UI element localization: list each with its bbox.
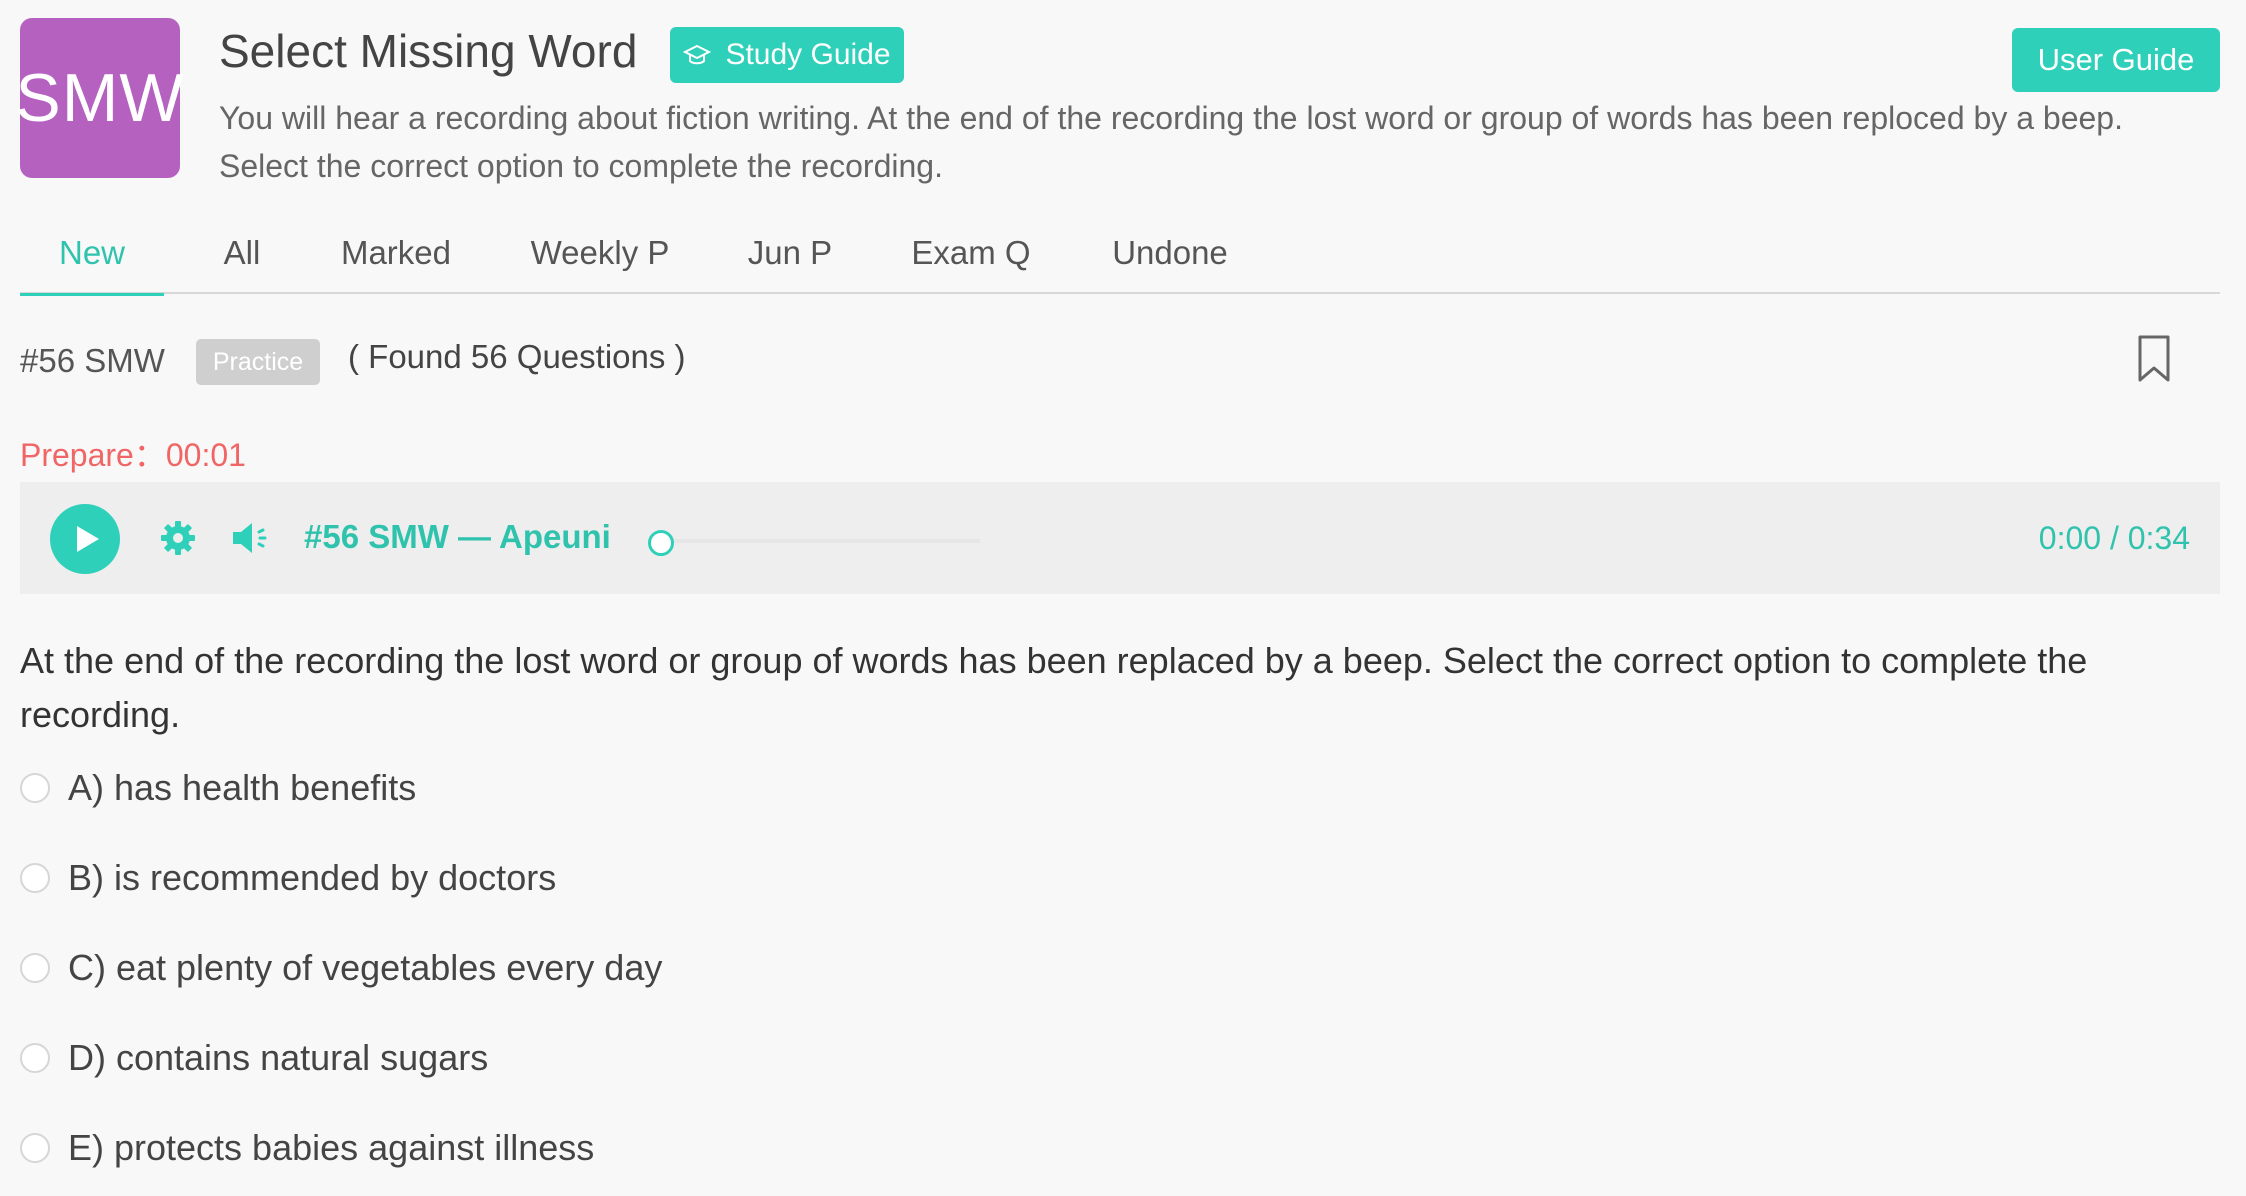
study-guide-button[interactable]: Study Guide	[670, 27, 904, 83]
page: SMW Select Missing Word Study Guide User…	[0, 0, 2246, 1196]
track-title: #56 SMW — Apeuni	[304, 518, 611, 555]
tab-marked[interactable]: Marked	[310, 212, 482, 294]
prepare-timer: Prepare：00:01	[20, 437, 246, 473]
tab-jun-p[interactable]: Jun P	[720, 212, 860, 294]
time-display: 0:00 / 0:34	[2038, 520, 2190, 556]
option-label: A) has health benefits	[68, 767, 417, 808]
option-b[interactable]: B) is recommended by doctors	[20, 853, 556, 903]
user-guide-button[interactable]: User Guide	[2012, 28, 2220, 92]
option-c[interactable]: C) eat plenty of vegetables every day	[20, 943, 662, 993]
tab-new[interactable]: New	[20, 212, 164, 296]
radio-button[interactable]	[20, 1133, 50, 1163]
app-logo: SMW	[15, 18, 184, 178]
speaker-icon[interactable]	[230, 518, 274, 558]
progress-knob[interactable]	[648, 530, 674, 556]
bookmark-icon[interactable]	[2136, 334, 2172, 384]
option-e[interactable]: E) protects babies against illness	[20, 1123, 594, 1173]
practice-badge: Practice	[196, 339, 320, 385]
task-description: You will hear a recording about fiction …	[219, 100, 2123, 184]
option-d[interactable]: D) contains natural sugars	[20, 1033, 488, 1083]
progress-track[interactable]	[660, 539, 980, 543]
logo-text: SMW	[15, 60, 185, 136]
tab-bar: New All Marked Weekly P Jun P Exam Q Und…	[20, 212, 2220, 296]
tab-undone[interactable]: Undone	[1080, 212, 1260, 294]
radio-button[interactable]	[20, 953, 50, 983]
question-number: #56 SMW	[20, 342, 165, 379]
option-label: B) is recommended by doctors	[68, 857, 557, 898]
question-text: At the end of the recording the lost wor…	[20, 640, 2088, 735]
tab-weekly-p[interactable]: Weekly P	[504, 212, 696, 294]
radio-button[interactable]	[20, 863, 50, 893]
study-guide-label: Study Guide	[725, 38, 891, 71]
option-label: E) protects babies against illness	[68, 1127, 595, 1168]
found-count: ( Found 56 Questions )	[348, 338, 686, 375]
page-title: Select Missing Word	[219, 25, 638, 77]
graduation-cap-icon	[683, 44, 712, 65]
option-label: D) contains natural sugars	[68, 1037, 489, 1078]
option-label: C) eat plenty of vegetables every day	[68, 947, 663, 988]
tab-all[interactable]: All	[188, 212, 296, 294]
radio-button[interactable]	[20, 773, 50, 803]
option-a[interactable]: A) has health benefits	[20, 763, 416, 813]
play-button[interactable]	[50, 504, 120, 574]
audio-player: #56 SMW — Apeuni 0:00 / 0:34	[20, 482, 2220, 594]
tab-exam-q[interactable]: Exam Q	[882, 212, 1060, 294]
gear-icon[interactable]	[158, 518, 198, 558]
radio-button[interactable]	[20, 1043, 50, 1073]
